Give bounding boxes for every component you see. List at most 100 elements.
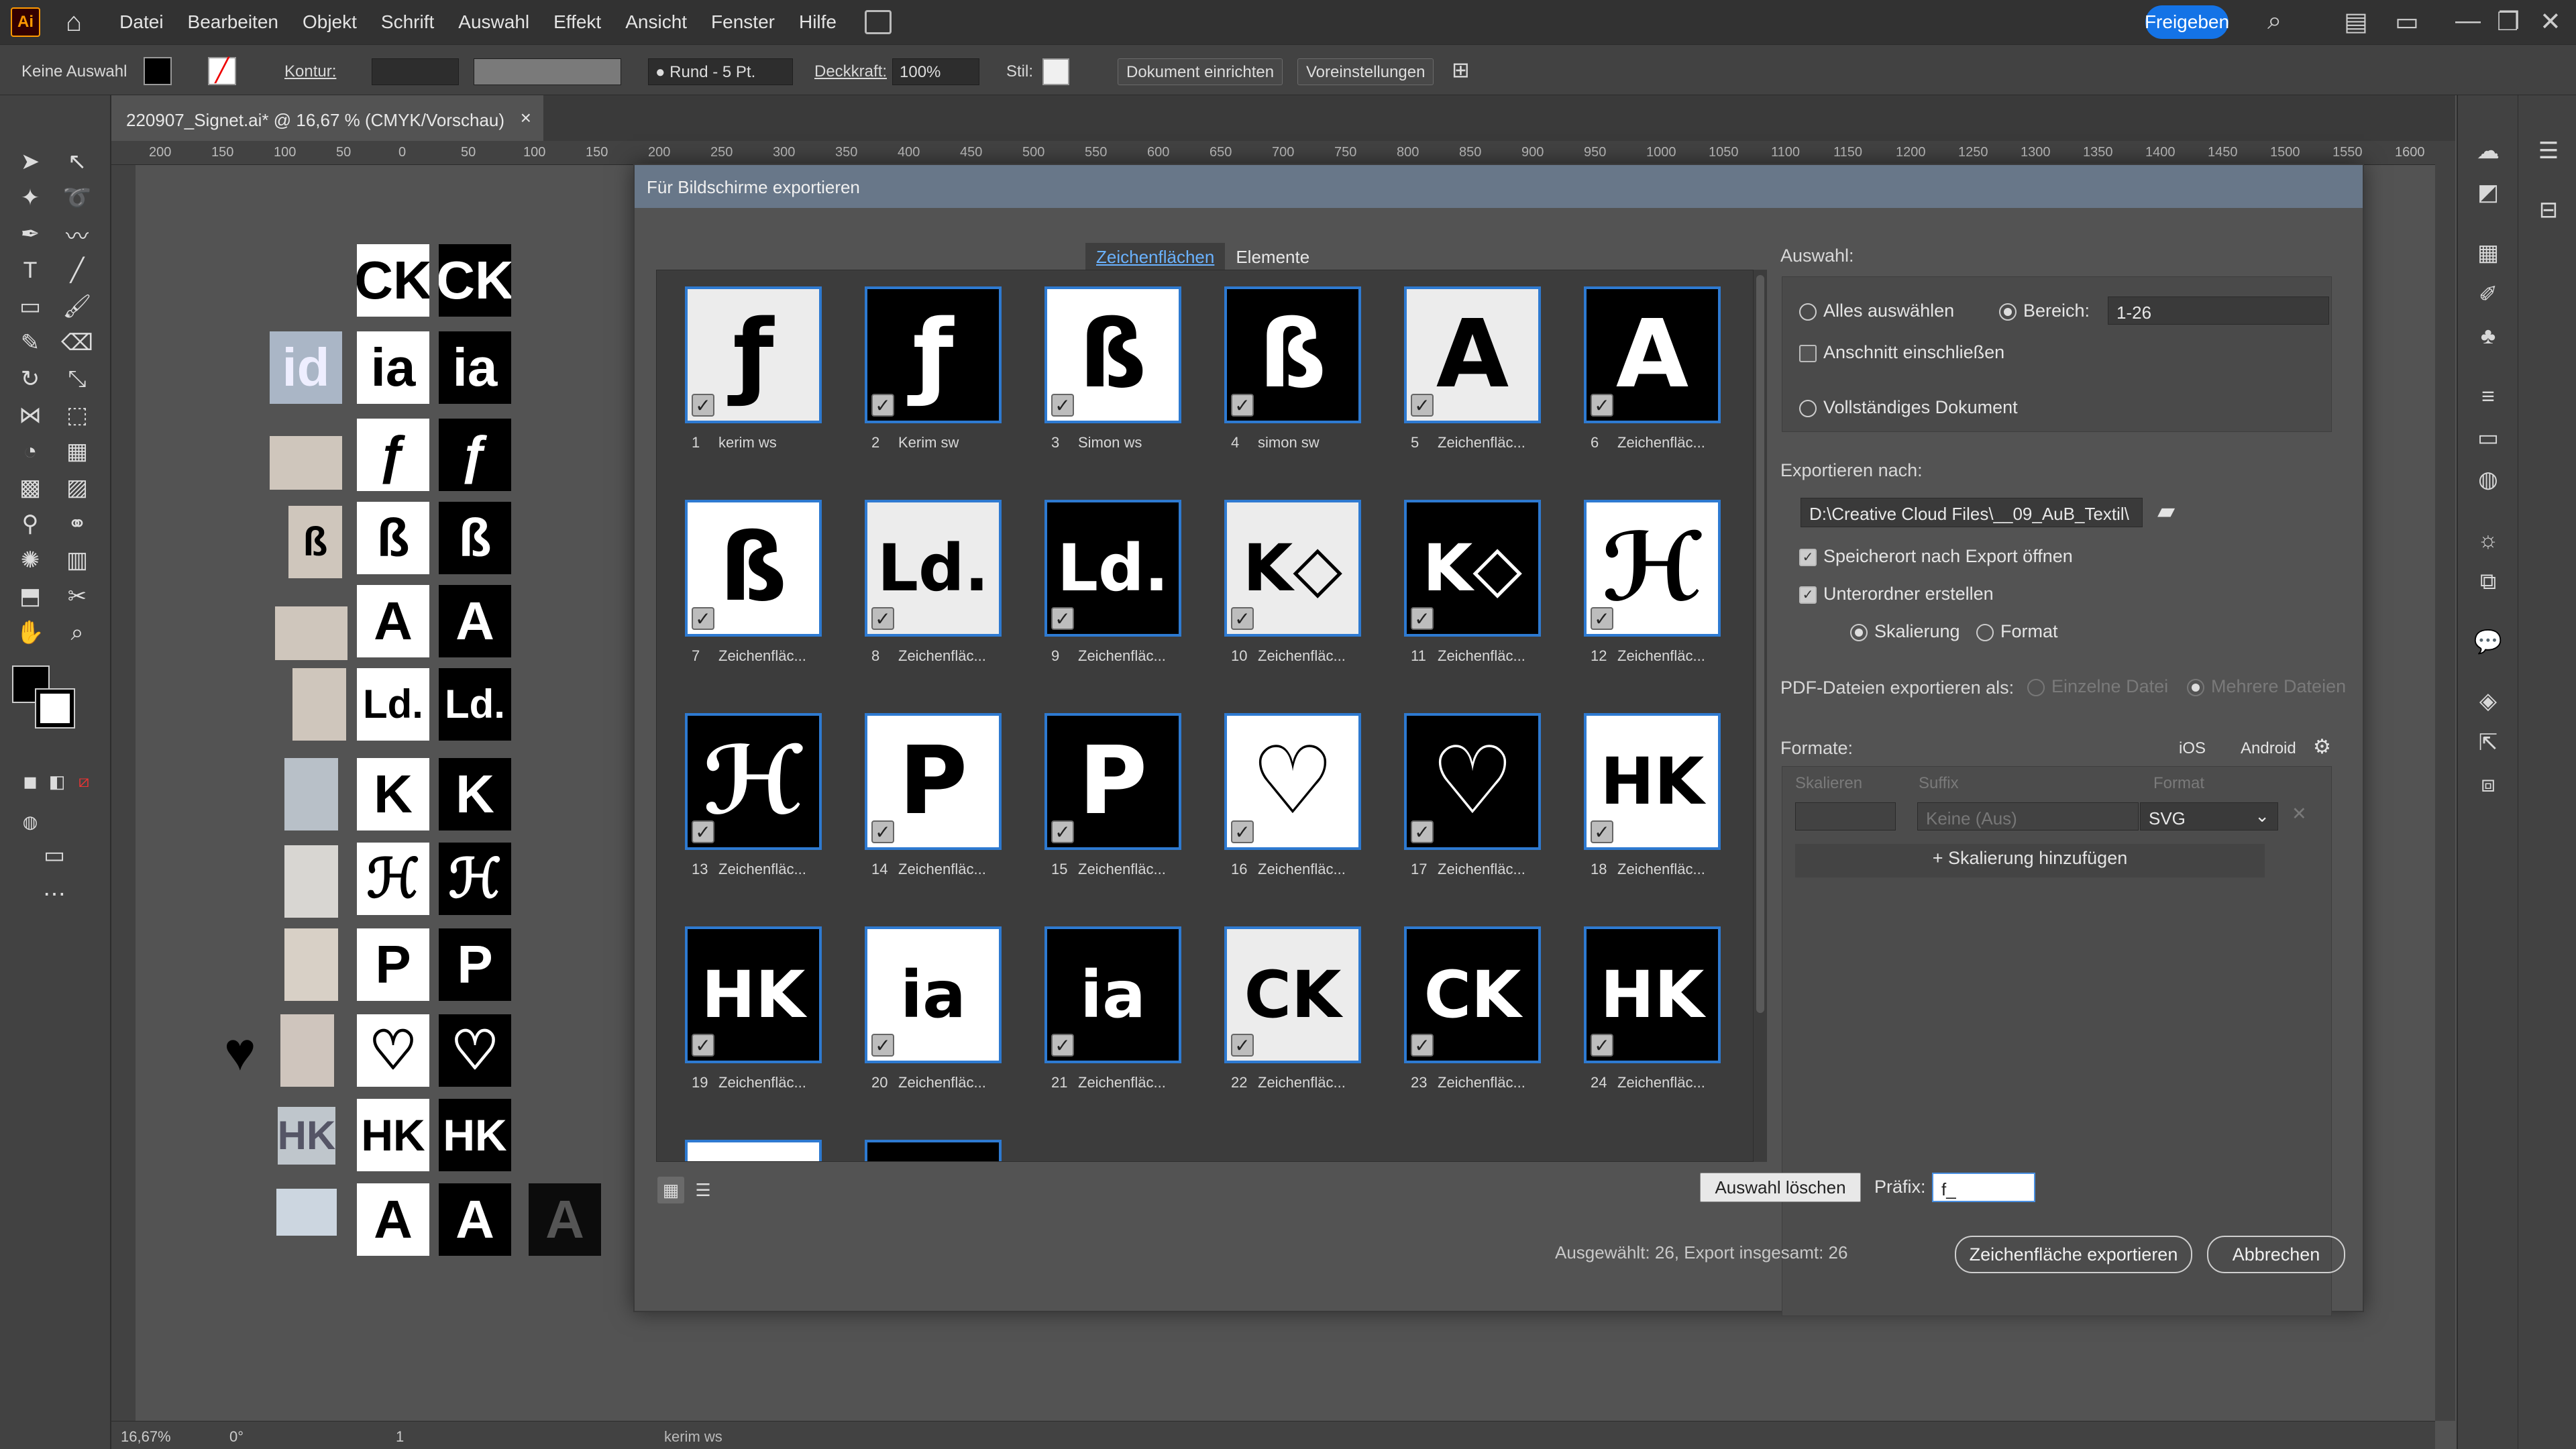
- artboard-thumb[interactable]: ℋ: [439, 843, 511, 915]
- direct-selection-tool-icon[interactable]: ↖: [62, 146, 93, 177]
- artboard-checkbox[interactable]: ✓: [1051, 394, 1074, 417]
- open-after-export-checkbox[interactable]: ✓ Speicherort nach Export öffnen: [1799, 546, 2073, 567]
- artboard-preview[interactable]: Ld. ✓: [865, 500, 1002, 637]
- transparency-icon[interactable]: ◍: [2471, 464, 2505, 495]
- artboard-card[interactable]: K◇ ✓ 10 Zeichenfläc...: [1224, 500, 1404, 712]
- photo-thumb[interactable]: [292, 668, 346, 741]
- menu-item-ansicht[interactable]: Ansicht: [613, 11, 699, 33]
- graph-tool-icon[interactable]: ▥: [62, 545, 93, 576]
- gradient-tool-icon[interactable]: ▨: [62, 472, 93, 503]
- artboard-thumb[interactable]: ♡: [357, 1014, 429, 1087]
- artboard-preview[interactable]: HK ✓: [1584, 713, 1721, 850]
- more-tools-icon[interactable]: ⋯: [39, 879, 70, 910]
- artboard-checkbox[interactable]: ✓: [1231, 1034, 1254, 1057]
- pen-tool-icon[interactable]: ✒: [15, 219, 46, 250]
- suffix-input[interactable]: Keine (Aus): [1917, 802, 2139, 830]
- zoom-level[interactable]: 16,67%: [121, 1428, 171, 1446]
- artboard-card[interactable]: Ld. ✓ 8 Zeichenfläc...: [865, 500, 1044, 712]
- photo-thumb[interactable]: [284, 928, 338, 1001]
- artboard-card[interactable]: A ✓ 6 Zeichenfläc...: [1584, 286, 1753, 498]
- artboard-card[interactable]: HK ✓ 24 Zeichenfläc...: [1584, 926, 1753, 1138]
- artboard-checkbox[interactable]: ✓: [871, 820, 894, 843]
- artboard-thumb[interactable]: A: [439, 585, 511, 657]
- type-tool-icon[interactable]: T: [15, 255, 46, 286]
- line-tool-icon[interactable]: ╱: [62, 255, 93, 286]
- learn-icon[interactable]: ⊟: [2532, 195, 2565, 225]
- artboard-checkbox[interactable]: ✓: [1051, 607, 1074, 630]
- minimize-icon[interactable]: —: [2455, 7, 2481, 36]
- perspective-grid-icon[interactable]: ▦: [62, 436, 93, 467]
- list-view-icon[interactable]: ☰: [690, 1177, 716, 1203]
- scale-select[interactable]: [1795, 802, 1896, 830]
- artboard-checkbox[interactable]: ✓: [1231, 607, 1254, 630]
- image-trace-icon[interactable]: ◩: [2471, 177, 2505, 208]
- artboard-thumb[interactable]: P: [357, 928, 429, 1001]
- artboard-preview[interactable]: ƒ ✓: [865, 286, 1002, 423]
- artboard-preview[interactable]: ß ✓: [685, 500, 822, 637]
- symbol-sprayer-icon[interactable]: ✺: [15, 545, 46, 576]
- artboard-thumb[interactable]: Ld.: [439, 668, 511, 741]
- artboard-thumb[interactable]: K: [357, 758, 429, 830]
- photo-thumb[interactable]: [284, 845, 338, 918]
- format-select[interactable]: SVG ⌄: [2140, 802, 2278, 830]
- artboard-thumb[interactable]: ia: [357, 331, 429, 404]
- artboard-thumb[interactable]: A: [357, 585, 429, 657]
- artboard-thumb[interactable]: CK: [357, 244, 429, 317]
- artboard-checkbox[interactable]: ✓: [1411, 1034, 1434, 1057]
- artboard-preview[interactable]: HK ✓: [685, 926, 822, 1063]
- artboard-card[interactable]: CK ✓ 23 Zeichenfläc...: [1404, 926, 1584, 1138]
- swatches-icon[interactable]: ▦: [2471, 237, 2505, 268]
- align-icon[interactable]: ⊞: [1452, 57, 1470, 83]
- range-input[interactable]: 1-26: [2108, 297, 2329, 325]
- artboard-card[interactable]: ℋ ✓ 12 Zeichenfläc...: [1584, 500, 1753, 712]
- prefix-input[interactable]: f_: [1932, 1173, 2035, 1202]
- artboard-thumb[interactable]: CK: [439, 244, 511, 317]
- artboard-card[interactable]: ia ✓ 21 Zeichenfläc...: [1044, 926, 1224, 1138]
- artboard-card[interactable]: ß ✓ 7 Zeichenfläc...: [685, 500, 865, 712]
- export-icon[interactable]: ⇱: [2471, 727, 2505, 758]
- artboard-thumb[interactable]: ♡: [439, 1014, 511, 1087]
- document-setup-button[interactable]: Dokument einrichten: [1118, 58, 1283, 85]
- zoom-tool-icon[interactable]: ⌕: [62, 617, 93, 648]
- opacity-input[interactable]: 100%: [892, 58, 979, 85]
- artboard-preview[interactable]: ia ✓: [865, 926, 1002, 1063]
- draw-mode-icon[interactable]: ◍: [15, 806, 46, 837]
- artboard-card[interactable]: HK ✓ 18 Zeichenfläc...: [1584, 713, 1753, 925]
- artboard-thumb[interactable]: A: [439, 1183, 511, 1256]
- artboard-checkbox[interactable]: ✓: [692, 820, 714, 843]
- artboard-thumb[interactable]: A: [529, 1183, 601, 1256]
- artboard-preview[interactable]: P ✓: [865, 713, 1002, 850]
- cancel-button[interactable]: Abbrechen: [2207, 1236, 2345, 1273]
- artboard-preview[interactable]: ia ✓: [1044, 926, 1181, 1063]
- pdf-multiple-files-radio[interactable]: Mehrere Dateien: [2187, 676, 2346, 697]
- artboard-preview[interactable]: ℋ ✓: [1584, 500, 1721, 637]
- photo-thumb[interactable]: [284, 758, 338, 830]
- rotation-value[interactable]: 0°: [229, 1428, 244, 1446]
- artboard-card[interactable]: ia ✓ 20 Zeichenfläc...: [865, 926, 1044, 1138]
- tab-artboards[interactable]: Zeichenflächen: [1085, 243, 1226, 270]
- stroke-panel-icon[interactable]: ≡: [2471, 381, 2505, 412]
- layers-icon[interactable]: ◈: [2471, 686, 2505, 716]
- menu-item-datei[interactable]: Datei: [107, 11, 175, 33]
- settings-gear-icon[interactable]: ⚙: [2313, 735, 2331, 759]
- tab-assets[interactable]: Elemente: [1225, 243, 1320, 270]
- artboard-thumb[interactable]: ƒ: [357, 419, 429, 491]
- artboard-checkbox[interactable]: ✓: [1411, 394, 1434, 417]
- artboard-preview[interactable]: ƒ ✓: [685, 286, 822, 423]
- artboard-thumb[interactable]: Ld.: [357, 668, 429, 741]
- artboard-preview[interactable]: ß ✓: [1224, 286, 1361, 423]
- artboard-thumb[interactable]: ℋ: [357, 843, 429, 915]
- hand-tool-icon[interactable]: ✋: [15, 617, 46, 648]
- subfolder-by-format-radio[interactable]: Format: [1976, 621, 2058, 642]
- heart-shape[interactable]: ♥: [224, 1021, 256, 1083]
- artboard-checkbox[interactable]: ✓: [1231, 394, 1254, 417]
- artboard-thumb[interactable]: K: [439, 758, 511, 830]
- export-artboards-button[interactable]: Zeichenfläche exportieren: [1955, 1236, 2192, 1273]
- eyedropper-icon[interactable]: ⚲: [15, 508, 46, 539]
- artboard-card[interactable]: ƒ ✓ 1 kerim ws: [685, 286, 865, 498]
- rectangle-tool-icon[interactable]: ▭: [15, 291, 46, 322]
- artboard-card[interactable]: ℋ ✓ 13 Zeichenfläc...: [685, 713, 865, 925]
- artboard-checkbox[interactable]: ✓: [1051, 1034, 1074, 1057]
- artboard-number[interactable]: 1: [396, 1428, 404, 1446]
- artboard-card[interactable]: ♡ ✓ 16 Zeichenfläc...: [1224, 713, 1404, 925]
